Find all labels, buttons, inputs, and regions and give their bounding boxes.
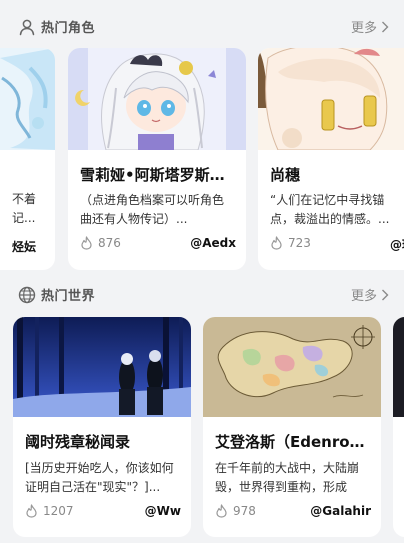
- like-count[interactable]: 1207: [25, 504, 74, 518]
- flame-icon: [26, 504, 37, 518]
- character-card-partial-left[interactable]: 不着 记... 烃妘: [0, 48, 55, 270]
- card-description: 在千年前的大战中，大陆崩毁，世界得到重构，形成了...: [215, 461, 360, 494]
- card-author[interactable]: @Galahir: [310, 504, 371, 518]
- more-label: 更多: [350, 21, 377, 36]
- section-title: 热门角色: [41, 21, 96, 36]
- like-number: 978: [233, 504, 256, 518]
- world-image: [13, 317, 191, 417]
- card-footer: 978 @Galahir: [215, 504, 371, 522]
- character-card[interactable]: 雪莉娅•阿斯塔罗斯… （点进角色档案可以听角色曲还有人物传记）... 876 @…: [68, 48, 246, 270]
- character-card[interactable]: 尚穗 “人们在记忆中寻找锚点，裁溢出的情感。... 723 @珺: [258, 48, 404, 270]
- world-carousel[interactable]: 阈时残章秘闻录 [当历史开始吃人，你该如何证明自己活在"现实"？]... 120…: [0, 317, 404, 539]
- card-description: （点进角色档案可以听角色曲还有人物传记）...: [80, 193, 225, 226]
- flame-icon: [271, 236, 282, 250]
- more-label: 更多: [350, 289, 377, 304]
- world-card-partial-right[interactable]: [393, 317, 404, 537]
- hot-worlds-header: 热门世界 更多: [0, 282, 404, 308]
- card-author: 烃妘: [12, 240, 37, 254]
- world-card[interactable]: 艾登洛斯（Edenros… 在千年前的大战中，大陆崩毁，世界得到重构，形成了..…: [203, 317, 381, 537]
- character-carousel[interactable]: 不着 记... 烃妘 雪莉娅•阿斯塔罗斯… （点进角色档案可以听角色曲还有人物传…: [0, 48, 404, 270]
- card-description: “人们在记忆中寻找锚点，裁溢出的情感。...: [270, 193, 390, 226]
- flame-icon: [216, 504, 227, 518]
- chevron-right-icon: [382, 289, 389, 300]
- like-number: 1207: [43, 504, 74, 518]
- card-author[interactable]: @珺: [390, 236, 404, 253]
- card-author[interactable]: @Aedx: [190, 236, 236, 250]
- like-count[interactable]: 876: [80, 236, 121, 250]
- world-image: [393, 317, 404, 417]
- world-card[interactable]: 阈时残章秘闻录 [当历史开始吃人，你该如何证明自己活在"现实"？]... 120…: [13, 317, 191, 537]
- more-worlds-link[interactable]: 更多: [351, 285, 390, 304]
- card-author[interactable]: @Ww: [145, 504, 181, 518]
- card-description: [当历史开始吃人，你该如何证明自己活在"现实"？]...: [25, 461, 174, 494]
- card-footer: 876 @Aedx: [80, 236, 236, 254]
- flame-icon: [81, 236, 92, 250]
- card-title: 艾登洛斯（Edenros…: [215, 433, 371, 451]
- like-count[interactable]: 723: [270, 236, 311, 250]
- card-title: 阈时残章秘闻录: [25, 433, 131, 451]
- card-title: 尚穗: [270, 166, 301, 184]
- card-footer: 723 @珺: [270, 236, 404, 254]
- hot-characters-header: 热门角色 更多: [0, 14, 404, 40]
- character-image: [68, 48, 246, 150]
- card-desc-line: 记...: [12, 211, 36, 225]
- like-number: 876: [98, 236, 121, 250]
- like-number: 723: [288, 236, 311, 250]
- globe-icon: [18, 286, 36, 304]
- card-footer: 1207 @Ww: [25, 504, 181, 522]
- world-image: [203, 317, 381, 417]
- section-title: 热门世界: [41, 289, 96, 304]
- character-image: [258, 48, 404, 150]
- chevron-right-icon: [382, 21, 389, 32]
- card-title: 雪莉娅•阿斯塔罗斯…: [80, 166, 225, 184]
- character-image: [0, 48, 55, 150]
- more-characters-link[interactable]: 更多: [351, 17, 390, 36]
- card-desc-line: 不着: [12, 192, 37, 206]
- like-count[interactable]: 978: [215, 504, 256, 518]
- user-icon: [19, 19, 35, 36]
